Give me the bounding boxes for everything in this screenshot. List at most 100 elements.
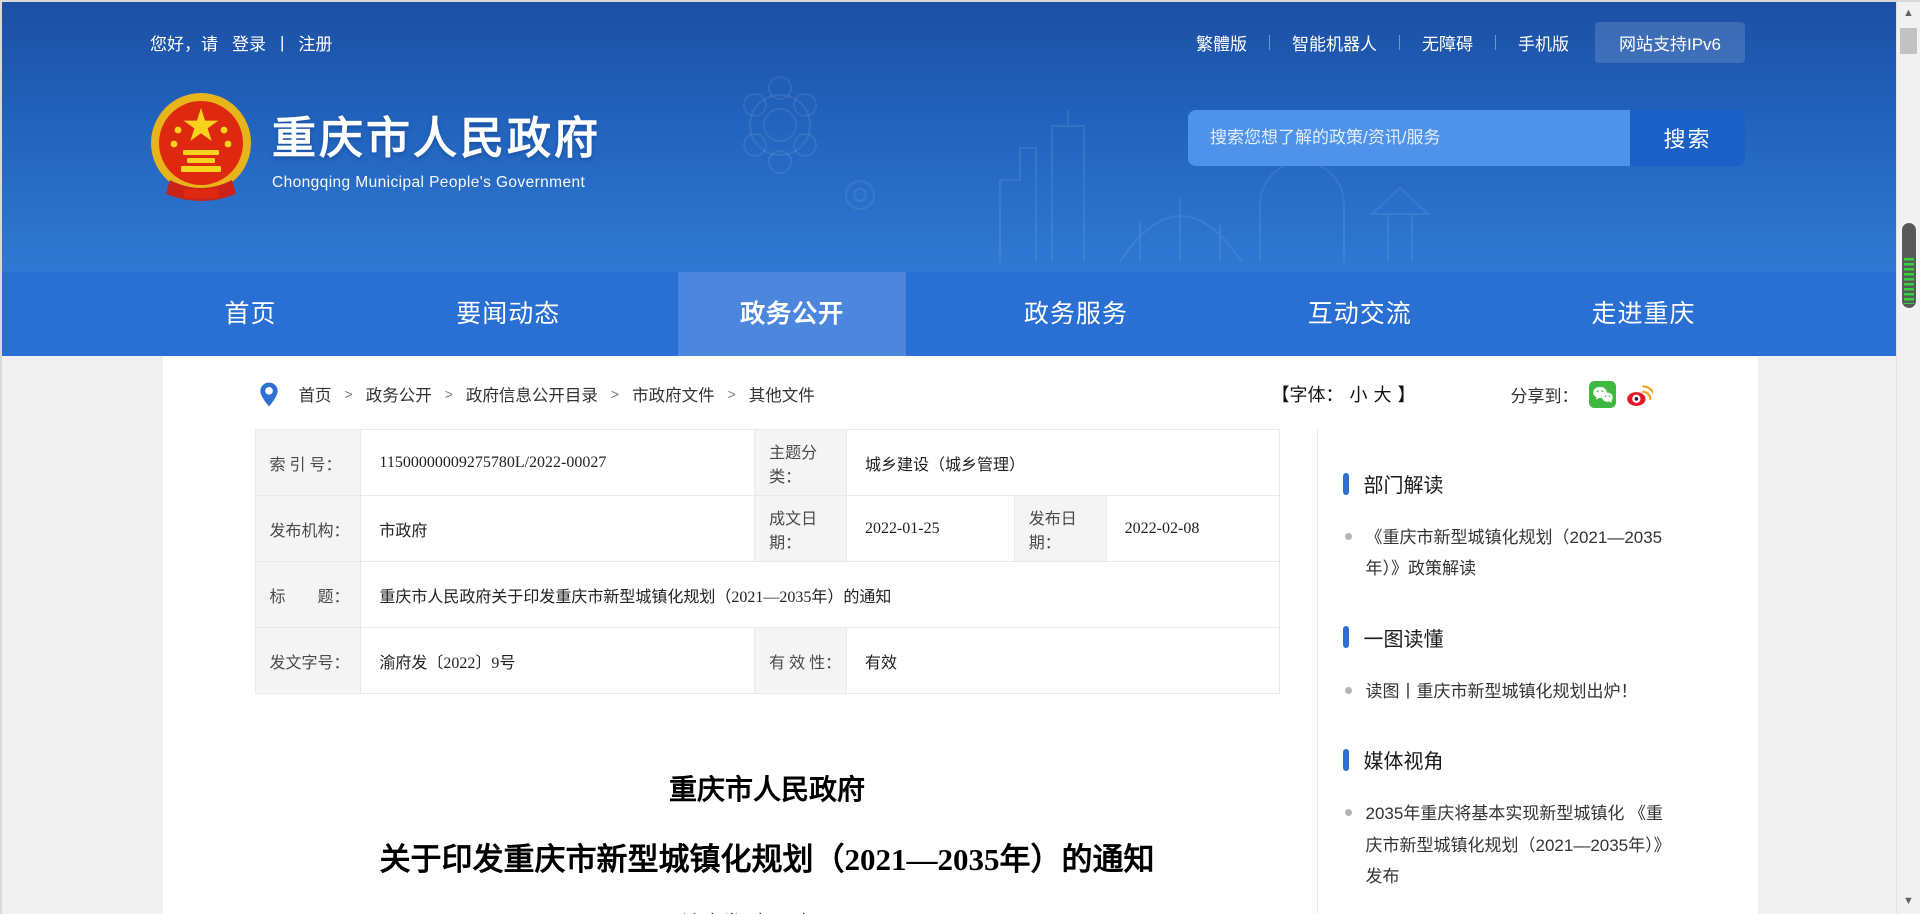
- scrollbar-thumb[interactable]: [1900, 28, 1917, 54]
- font-label: 【字体：: [1272, 381, 1344, 407]
- section-title: 一图读懂: [1364, 623, 1444, 652]
- document-number: 渝府发〔2022〕9号: [255, 907, 1280, 914]
- window-top-border: [0, 0, 1920, 2]
- sidebar-section-media-view: 媒体视角 2035年重庆将基本实现新型城镇化 《重庆市新型城镇化规划（2021—…: [1343, 745, 1728, 892]
- accessibility-link[interactable]: 无障碍: [1422, 30, 1473, 55]
- nav-item-about-chongqing[interactable]: 走进重庆: [1529, 272, 1757, 356]
- site-logo[interactable]: 重庆市人民政府 Chongqing Municipal People's Gov…: [150, 92, 601, 202]
- sidebar-section-infographic: 一图读懂 读图丨重庆市新型城镇化规划出炉！: [1343, 623, 1728, 707]
- nav-item-news[interactable]: 要闻动态: [394, 272, 622, 356]
- scrollbar-track[interactable]: ▲ ▼: [1896, 0, 1920, 914]
- section-title: 媒体视角: [1364, 745, 1444, 774]
- doc-no-value: 渝府发〔2022〕9号: [361, 628, 755, 694]
- document-main: 索 引 号： 11500000009275780L/2022-00027 主题分…: [163, 429, 1318, 914]
- nav-item-interaction[interactable]: 互动交流: [1246, 272, 1474, 356]
- content-area: 首页 > 政务公开 > 政府信息公开目录 > 市政府文件 > 其他文件 【字体：…: [0, 356, 1920, 914]
- site-title: 重庆市人民政府: [272, 102, 601, 166]
- section-accent-bar: [1343, 626, 1349, 648]
- topic-label: 主题分类：: [755, 430, 847, 496]
- scroll-down-arrow-icon[interactable]: ▼: [1897, 890, 1920, 912]
- bullet-icon: [1345, 809, 1352, 816]
- nav-item-gov-services[interactable]: 政务服务: [962, 272, 1190, 356]
- list-item[interactable]: 《重庆市新型城镇化规划（2021—2035年）》政策解读: [1343, 522, 1728, 585]
- weibo-icon[interactable]: [1626, 381, 1653, 408]
- crumb-gov-open[interactable]: 政务公开: [366, 382, 432, 406]
- document-title-line1: 重庆市人民政府: [255, 768, 1280, 808]
- topic-value: 城乡建设（城乡管理）: [846, 430, 1279, 496]
- traditional-chinese-link[interactable]: 繁體版: [1196, 30, 1247, 55]
- site-title-english: Chongqing Municipal People's Government: [272, 174, 601, 192]
- list-item[interactable]: 读图丨重庆市新型城镇化规划出炉！: [1343, 676, 1728, 707]
- sidebar-section-department-interpretation: 部门解读 《重庆市新型城镇化规划（2021—2035年）》政策解读: [1343, 469, 1728, 585]
- related-sidebar: 部门解读 《重庆市新型城镇化规划（2021—2035年）》政策解读 一图读懂 读…: [1318, 429, 1758, 914]
- title-label: 标 题：: [255, 562, 361, 628]
- agency-label: 发布机构：: [255, 496, 361, 562]
- list-item-text: 2035年重庆将基本实现新型城镇化 《重庆市新型城镇化规划（2021—2035年…: [1366, 798, 1676, 892]
- share-group: 分享到：: [1511, 381, 1653, 408]
- scroll-progress-indicator: [1902, 223, 1916, 308]
- register-link[interactable]: 注册: [298, 30, 332, 55]
- document-meta-table: 索 引 号： 11500000009275780L/2022-00027 主题分…: [255, 429, 1280, 694]
- document-title-block: 重庆市人民政府 关于印发重庆市新型城镇化规划（2021—2035年）的通知 渝府…: [255, 768, 1280, 914]
- crumb-separator: >: [445, 386, 453, 402]
- search-button[interactable]: 搜索: [1630, 110, 1745, 166]
- validity-label: 有 效 性：: [755, 628, 847, 694]
- nav-item-home[interactable]: 首页: [163, 272, 339, 356]
- window-left-border: [0, 0, 2, 914]
- breadcrumb: 首页 > 政务公开 > 政府信息公开目录 > 市政府文件 > 其他文件: [258, 381, 815, 408]
- crumb-city-gov-documents[interactable]: 市政府文件: [632, 382, 715, 406]
- section-title: 部门解读: [1364, 469, 1444, 498]
- section-accent-bar: [1343, 749, 1349, 771]
- wechat-icon[interactable]: [1589, 381, 1616, 408]
- list-item-text: 读图丨重庆市新型城镇化规划出炉！: [1366, 676, 1638, 707]
- separator: [1269, 35, 1270, 50]
- chatbot-link[interactable]: 智能机器人: [1292, 30, 1377, 55]
- font-label-close: 】: [1398, 381, 1416, 407]
- separator: [1495, 35, 1496, 50]
- validity-value: 有效: [846, 628, 1279, 694]
- greeting-text: 您好，请: [150, 30, 218, 55]
- date-written-label: 成文日期：: [755, 496, 847, 562]
- document-title-line2: 关于印发重庆市新型城镇化规划（2021—2035年）的通知: [255, 834, 1280, 879]
- section-accent-bar: [1343, 473, 1349, 495]
- date-published-label: 发布日期：: [1014, 496, 1106, 562]
- crumb-home[interactable]: 首页: [299, 382, 332, 406]
- topbar: 您好，请 登录 | 注册 繁體版 智能机器人 无障碍 手机版 网站支持IPv6: [150, 22, 1745, 63]
- login-link[interactable]: 登录: [232, 30, 266, 55]
- search-input[interactable]: [1188, 110, 1630, 166]
- table-row: 发文字号： 渝府发〔2022〕9号 有 效 性： 有效: [255, 628, 1279, 694]
- date-written-value: 2022-01-25: [846, 496, 1014, 562]
- doc-no-label: 发文字号：: [255, 628, 361, 694]
- table-row: 索 引 号： 11500000009275780L/2022-00027 主题分…: [255, 430, 1279, 496]
- font-size-control: 【字体： 小 大 】: [1272, 381, 1416, 407]
- font-larger-button[interactable]: 大: [1374, 381, 1392, 407]
- crumb-separator: >: [728, 386, 736, 402]
- nav-item-gov-affairs-open[interactable]: 政务公开: [678, 272, 906, 356]
- table-row: 标 题： 重庆市人民政府关于印发重庆市新型城镇化规划（2021—2035年）的通…: [255, 562, 1279, 628]
- list-item[interactable]: 2035年重庆将基本实现新型城镇化 《重庆市新型城镇化规划（2021—2035年…: [1343, 798, 1728, 892]
- font-smaller-button[interactable]: 小: [1350, 381, 1368, 407]
- breadcrumb-row: 首页 > 政务公开 > 政府信息公开目录 > 市政府文件 > 其他文件 【字体：…: [163, 373, 1758, 415]
- progress-stripes: [1904, 258, 1914, 304]
- mobile-version-link[interactable]: 手机版: [1518, 30, 1569, 55]
- title-value: 重庆市人民政府关于印发重庆市新型城镇化规划（2021—2035年）的通知: [361, 562, 1279, 628]
- bullet-icon: [1345, 687, 1352, 694]
- location-pin-icon: [258, 381, 280, 408]
- login-separator: |: [280, 33, 284, 53]
- bullet-icon: [1345, 533, 1352, 540]
- crumb-separator: >: [611, 386, 619, 402]
- national-emblem-icon: [150, 92, 252, 202]
- crumb-info-catalog[interactable]: 政府信息公开目录: [466, 382, 598, 406]
- agency-value: 市政府: [361, 496, 755, 562]
- site-header: 您好，请 登录 | 注册 繁體版 智能机器人 无障碍 手机版 网站支持IPv6: [0, 0, 1920, 272]
- table-row: 发布机构： 市政府 成文日期： 2022-01-25 发布日期： 2022-02…: [255, 496, 1279, 562]
- crumb-other-documents[interactable]: 其他文件: [749, 382, 815, 406]
- scroll-up-arrow-icon[interactable]: ▲: [1897, 2, 1920, 24]
- ipv6-badge: 网站支持IPv6: [1595, 22, 1745, 63]
- separator: [1399, 35, 1400, 50]
- index-value: 11500000009275780L/2022-00027: [361, 430, 755, 496]
- share-label: 分享到：: [1511, 382, 1579, 407]
- search-bar: 搜索: [1188, 110, 1745, 166]
- main-navigation: 首页 要闻动态 政务公开 政务服务 互动交流 走进重庆: [0, 272, 1920, 356]
- date-published-value: 2022-02-08: [1106, 496, 1279, 562]
